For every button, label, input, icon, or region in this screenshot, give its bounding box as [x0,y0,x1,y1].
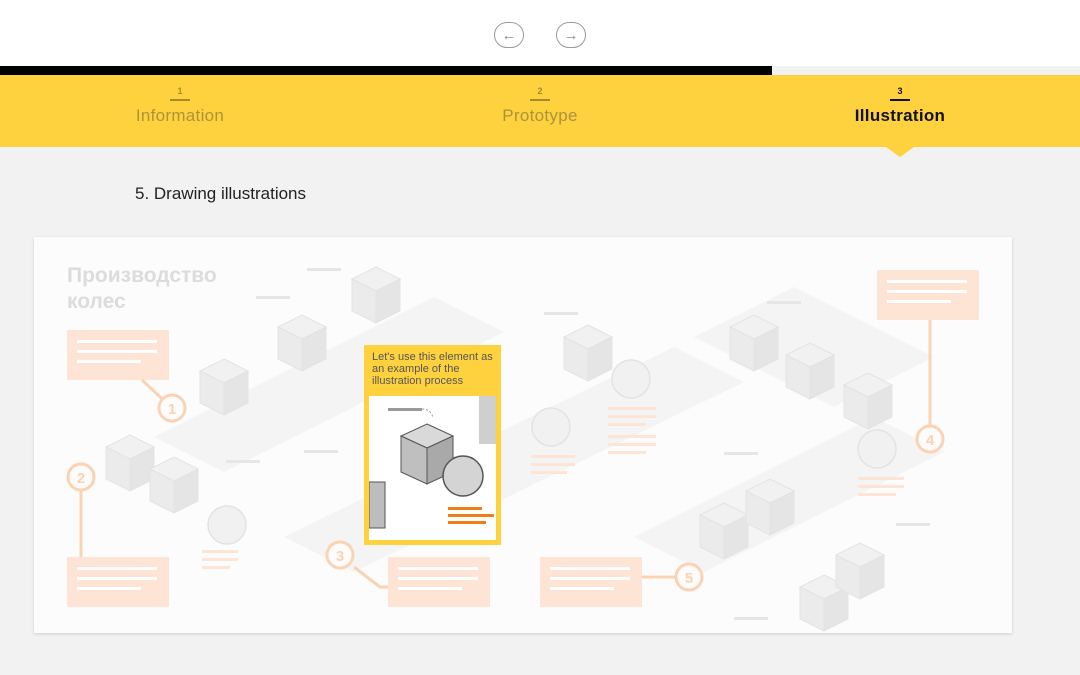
illustration-canvas: 1 2 3 4 5 Производство колес Let's use t… [34,237,1012,633]
detail-cube-wheel [368,396,496,529]
illustration-title: Производство колес [67,263,217,315]
step-label: Prototype [502,106,578,125]
highlighted-element-callout: Let's use this element as an example of … [364,345,501,545]
active-tab-pointer [886,147,914,157]
callout-text: Let's use this element as an example of … [369,350,496,396]
step-number: 2 [360,86,720,101]
step-number: 1 [0,86,360,101]
progress-bar [0,66,772,75]
arrow-left-icon: ← [501,26,517,44]
tab-information[interactable]: 1 Information [0,75,360,147]
tab-prototype[interactable]: 2 Prototype [360,75,720,147]
step-marker-2: 2 [77,470,85,487]
arrow-right-icon: → [563,26,579,44]
illustration-title-line2: колес [67,290,126,313]
section-title: 5. Drawing illustrations [135,184,307,203]
step-marker-5: 5 [685,570,693,587]
step-label: Illustration [854,106,946,125]
step-label: Information [135,106,225,125]
step-marker-4: 4 [926,432,935,449]
next-button[interactable]: → [556,22,586,48]
illustration-title-line1: Производство [67,264,217,287]
prev-button[interactable]: ← [494,22,524,48]
step-number: 3 [720,86,1080,101]
top-bar: ← → [0,0,1080,66]
step-tabs: 1 Information 2 Prototype 3 Illustration [0,75,1080,147]
tab-illustration[interactable]: 3 Illustration [720,75,1080,147]
step-marker-3: 3 [336,548,344,565]
step-marker-1: 1 [168,401,176,418]
